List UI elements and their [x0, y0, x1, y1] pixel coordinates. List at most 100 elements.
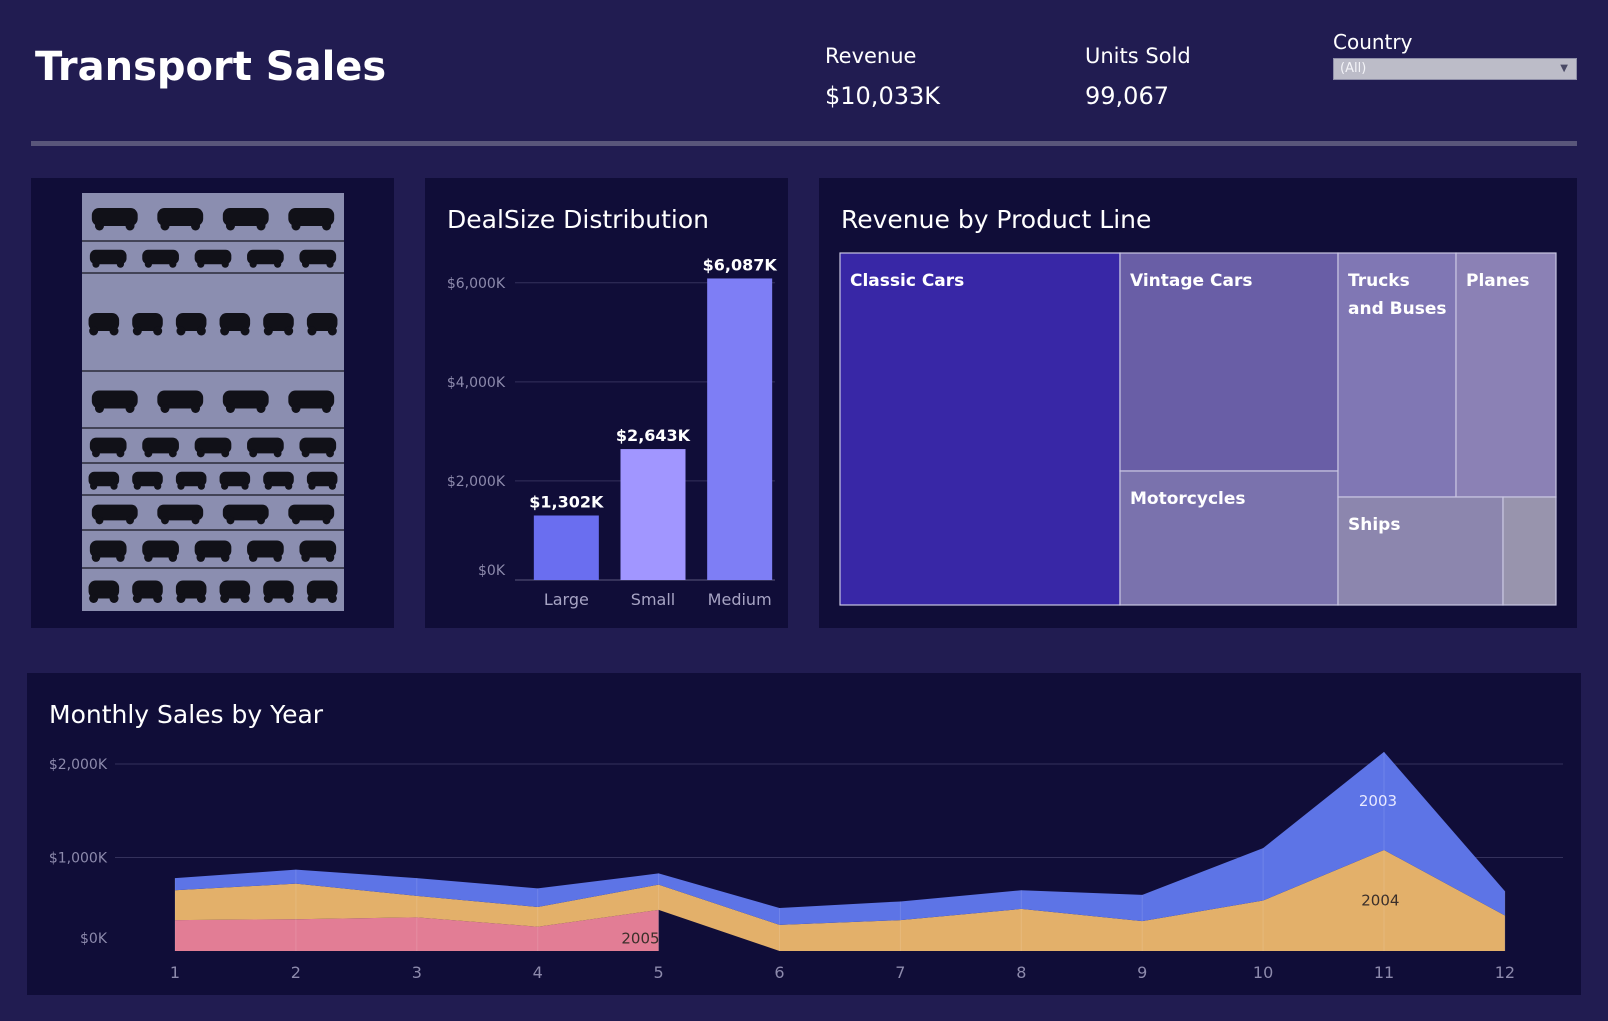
vehicle-wheel-icon	[168, 553, 178, 562]
area-xtick-label: 8	[1016, 963, 1026, 982]
area-xtick-label: 4	[533, 963, 543, 982]
treemap-label-classic-cars: Classic Cars	[850, 271, 964, 291]
vehicle-wheel-icon	[90, 482, 98, 490]
area-xtick-label: 6	[774, 963, 784, 982]
vehicle-wheel-icon	[89, 594, 99, 603]
bar-ytick-label: $6,000K	[447, 276, 506, 292]
area-ytick-label: $1,000K	[49, 851, 108, 867]
vehicle-wheel-icon	[326, 449, 334, 458]
country-filter-label: Country	[1333, 30, 1413, 54]
vehicle-wheel-icon	[176, 326, 186, 336]
vehicle-wheel-icon	[241, 482, 249, 490]
vehicle-wheel-icon	[221, 260, 229, 268]
treemap-label-motorcycles: Motorcycles	[1130, 489, 1246, 509]
vehicle-wheel-icon	[92, 260, 100, 268]
vehicle-wheel-icon	[291, 404, 301, 413]
vehicle-wheel-icon	[220, 553, 230, 562]
vehicle-wheel-icon	[263, 594, 273, 603]
vehicle-wheel-icon	[256, 404, 266, 413]
vehicle-wheel-icon	[95, 516, 104, 525]
vehicle-wheel-icon	[308, 482, 316, 490]
revenue-label: Revenue	[825, 44, 917, 68]
vehicle-wheel-icon	[221, 482, 229, 490]
treemap-label-line: and Buses	[1348, 299, 1447, 319]
vehicle-wheel-icon	[109, 326, 119, 336]
vehicle-wheel-icon	[169, 260, 177, 268]
vehicle-wheel-icon	[257, 516, 265, 525]
vehicle-wheel-icon	[197, 482, 205, 490]
vehicle-wheel-icon	[196, 326, 206, 336]
treemap-label-vintage-cars: Vintage Cars	[1130, 271, 1252, 291]
vehicle-wheel-icon	[196, 449, 205, 458]
vehicle-wheel-icon	[292, 516, 300, 525]
treemap-label-ships: Ships	[1348, 515, 1400, 535]
vehicle-wheel-icon	[322, 221, 332, 231]
vehicle-wheel-icon	[322, 516, 331, 525]
vehicle-wheel-icon	[116, 553, 125, 562]
area-series-label: 2005	[621, 930, 659, 948]
treemap-panel: Revenue by Product Line Classic Cars Vint…	[819, 178, 1577, 628]
transport-silhouettes-image	[82, 193, 344, 611]
area-series-label: 2003	[1359, 792, 1397, 810]
dealsize-panel: DealSize Distribution $0K $2,000K $4,000K $…	[425, 178, 788, 628]
vehicle-wheel-icon	[301, 449, 310, 458]
country-filter-dropdown[interactable]: (All) ▼	[1333, 58, 1577, 80]
vehicle-wheel-icon	[328, 482, 336, 490]
vehicle-wheel-icon	[322, 404, 332, 413]
vehicle-wheel-icon	[160, 221, 170, 231]
bar-medium	[707, 278, 773, 580]
vehicle-wheel-icon	[220, 594, 230, 603]
dashboard-title: Transport Sales	[35, 44, 387, 90]
vehicle-wheel-icon	[225, 404, 235, 413]
bar-data-label: $1,302K	[529, 493, 604, 512]
vehicle-wheel-icon	[110, 482, 118, 490]
vehicle-wheel-icon	[125, 221, 135, 231]
vehicle-wheel-icon	[191, 221, 201, 231]
vehicle-wheel-icon	[176, 594, 186, 603]
product-line-treemap: Classic Cars Vintage Cars Motorcycles Truck…	[839, 252, 1557, 606]
vehicle-wheel-icon	[191, 404, 201, 413]
bar-ytick-label: $0K	[478, 563, 506, 579]
bar-data-label: $6,087K	[703, 255, 778, 274]
vehicle-wheel-icon	[144, 449, 153, 458]
vehicle-wheel-icon	[191, 516, 200, 525]
bar-category-label: Large	[544, 590, 589, 609]
header-divider	[31, 141, 1577, 146]
vehicle-wheel-icon	[264, 482, 272, 490]
vehicle-wheel-icon	[273, 449, 282, 458]
vehicle-wheel-icon	[144, 553, 153, 562]
vehicle-wheel-icon	[256, 221, 266, 231]
vehicle-wheel-icon	[249, 449, 258, 458]
vehicle-wheel-icon	[132, 594, 142, 603]
vehicle-wheel-icon	[285, 482, 293, 490]
vehicle-wheel-icon	[91, 553, 101, 562]
bar-ytick-label: $2,000K	[447, 474, 506, 490]
treemap-label-planes: Planes	[1466, 271, 1530, 291]
vehicle-wheel-icon	[327, 326, 337, 336]
vehicle-wheel-icon	[263, 326, 273, 336]
vehicle-wheel-icon	[326, 260, 334, 268]
vehicle-wheel-icon	[240, 594, 250, 603]
bar-category-label: Small	[631, 590, 675, 609]
vehicle-wheel-icon	[94, 404, 104, 413]
vehicle-wheel-icon	[197, 260, 205, 268]
dealsize-bar-chart: $0K $2,000K $4,000K $6,000K $1,302K Large $2,6…	[447, 255, 778, 609]
area-xtick-label: 3	[412, 963, 422, 982]
vehicle-wheel-icon	[240, 326, 250, 336]
vehicle-wheel-icon	[301, 553, 310, 562]
vehicle-wheel-icon	[109, 594, 119, 603]
area-ytick-label: $2,000K	[49, 757, 108, 773]
revenue-value: $10,033K	[825, 82, 940, 110]
vehicle-wheel-icon	[94, 221, 104, 231]
vehicle-wheel-icon	[284, 326, 294, 336]
vehicle-wheel-icon	[132, 326, 142, 336]
vehicle-wheel-icon	[225, 221, 235, 231]
vehicle-wheel-icon	[221, 449, 230, 458]
area-xtick-label: 10	[1253, 963, 1273, 982]
vehicle-wheel-icon	[273, 553, 282, 562]
area-xtick-label: 11	[1374, 963, 1394, 982]
vehicle-wheel-icon	[248, 553, 258, 562]
bar-small	[620, 449, 686, 580]
bar-ytick-label: $4,000K	[447, 375, 506, 391]
area-series-label: 2004	[1361, 892, 1399, 910]
